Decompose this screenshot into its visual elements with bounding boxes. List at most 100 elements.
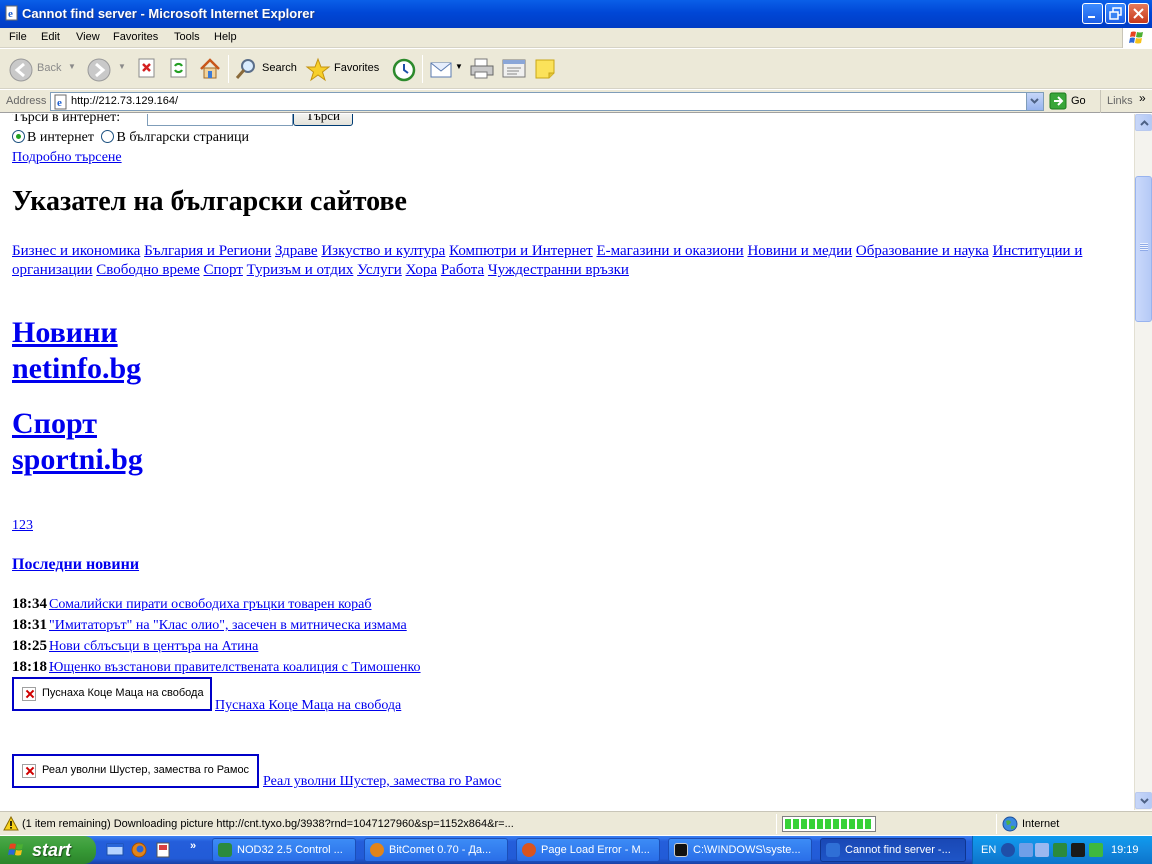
close-icon: [1133, 8, 1144, 19]
sportni-link[interactable]: sportni.bg: [12, 443, 143, 477]
sticky-note-icon: [535, 59, 555, 79]
image-caption-link[interactable]: Реал уволни Шустер, замества го Рамос: [263, 774, 501, 790]
window-titlebar[interactable]: e Cannot find server - Microsoft Interne…: [0, 0, 1152, 28]
ie-page-icon: e: [54, 94, 67, 110]
menu-help[interactable]: Help: [214, 31, 237, 43]
stop-icon: [138, 58, 155, 78]
radio-bulgarian-pages[interactable]: [101, 130, 115, 143]
back-dropdown-icon[interactable]: ▼: [68, 62, 76, 71]
media-icon[interactable]: [154, 842, 172, 858]
category-link[interactable]: Услуги: [357, 262, 402, 278]
sport-heading-link[interactable]: Спорт: [12, 407, 97, 441]
news-title-link[interactable]: Ющенко възстанови правителствената коали…: [49, 660, 421, 675]
latest-news-link[interactable]: Последни новини: [12, 556, 139, 574]
internet-search-button[interactable]: Търси: [293, 114, 353, 126]
close-button[interactable]: [1128, 3, 1149, 24]
category-link[interactable]: Работа: [441, 262, 484, 278]
broken-image-link[interactable]: Пуснаха Коце Маца на свобода: [12, 677, 212, 711]
image-caption-link[interactable]: Пуснаха Коце Маца на свобода: [215, 698, 401, 714]
tray-app-icon[interactable]: [1035, 843, 1049, 857]
system-tray: EN 19:19: [972, 836, 1152, 864]
mail-button[interactable]: ▼: [428, 54, 464, 84]
scroll-thumb[interactable]: [1135, 176, 1152, 322]
favorites-button[interactable]: Favorites: [305, 54, 383, 84]
menu-bar: File Edit View Favorites Tools Help: [0, 28, 1152, 48]
taskbar-task-ie[interactable]: Cannot find server -...: [820, 838, 966, 862]
news-heading-link[interactable]: Новини: [12, 316, 118, 350]
menu-tools[interactable]: Tools: [174, 31, 200, 43]
category-link[interactable]: Чуждестранни връзки: [488, 262, 629, 278]
scroll-up-button[interactable]: [1135, 114, 1152, 131]
category-link[interactable]: Спорт: [204, 262, 243, 278]
nod32-tray-icon[interactable]: [1053, 843, 1067, 857]
broken-image-link[interactable]: Реал уволни Шустер, замества го Рамос: [12, 754, 259, 788]
advanced-search-link[interactable]: Подробно търсене: [12, 150, 122, 166]
links-toolbar[interactable]: Links »: [1100, 90, 1152, 113]
chevron-right-icon[interactable]: »: [1139, 91, 1146, 105]
category-link[interactable]: България и Региони: [144, 243, 271, 259]
address-dropdown-button[interactable]: [1026, 93, 1043, 110]
taskbar-task-nod32[interactable]: NOD32 2.5 Control ...: [212, 838, 356, 862]
category-link[interactable]: Изкуство и култура: [321, 243, 445, 259]
menu-file[interactable]: File: [9, 31, 27, 43]
scroll-down-button[interactable]: [1135, 792, 1152, 809]
taskbar-task-firefox[interactable]: Page Load Error - M...: [516, 838, 660, 862]
category-link[interactable]: Туризъм и отдих: [247, 262, 354, 278]
stop-button[interactable]: [134, 54, 160, 84]
status-separator: [996, 814, 997, 834]
news-title-link[interactable]: Сомалийски пирати освободиха гръцки това…: [49, 597, 372, 612]
category-link[interactable]: Новини и медии: [747, 243, 852, 259]
tray-app-icon[interactable]: [1071, 843, 1085, 857]
show-desktop-icon[interactable]: [106, 842, 124, 858]
toolbar-separator: [422, 55, 423, 83]
go-button[interactable]: Go: [1048, 92, 1096, 111]
refresh-button[interactable]: [166, 54, 192, 84]
print-button[interactable]: [468, 54, 496, 84]
forward-button[interactable]: ▼: [86, 54, 128, 84]
go-arrow-icon: [1049, 92, 1067, 110]
back-button[interactable]: Back ▼: [6, 54, 86, 84]
menu-favorites[interactable]: Favorites: [113, 31, 158, 43]
taskbar-task-cmd[interactable]: C:\WINDOWS\syste...: [668, 838, 812, 862]
history-button[interactable]: [390, 54, 418, 84]
security-zone[interactable]: Internet: [1002, 816, 1059, 835]
menu-view[interactable]: View: [76, 31, 100, 43]
tray-expand-icon[interactable]: [1001, 843, 1015, 857]
category-link[interactable]: Е-магазини и оказиони: [596, 243, 743, 259]
start-button[interactable]: start: [0, 836, 96, 864]
category-link[interactable]: Здраве: [275, 243, 318, 259]
vertical-scrollbar[interactable]: [1134, 114, 1152, 810]
edit-button[interactable]: [500, 54, 528, 84]
menu-edit[interactable]: Edit: [41, 31, 60, 43]
language-indicator[interactable]: EN: [981, 844, 996, 856]
category-link[interactable]: Хора: [406, 262, 438, 278]
utorrent-tray-icon[interactable]: [1089, 843, 1103, 857]
taskbar-task-bitcomet[interactable]: BitComet 0.70 - Да...: [364, 838, 508, 862]
status-text: (1 item remaining) Downloading picture h…: [22, 818, 514, 830]
radio-internet[interactable]: [12, 130, 25, 143]
quicklaunch-expand-icon[interactable]: »: [190, 840, 196, 852]
internet-search-input[interactable]: [147, 114, 293, 126]
news-item: 18:25 Нови сблъсъци в центъра на Атина: [12, 638, 258, 655]
status-bar: (1 item remaining) Downloading picture h…: [0, 811, 1152, 835]
mail-dropdown-icon[interactable]: ▼: [455, 62, 463, 71]
category-link[interactable]: Свободно време: [96, 262, 199, 278]
forward-dropdown-icon[interactable]: ▼: [118, 62, 126, 71]
counter-link[interactable]: 123: [12, 518, 33, 534]
news-title-link[interactable]: Нови сблъсъци в центъра на Атина: [49, 639, 258, 654]
address-input[interactable]: e http://212.73.129.164/: [50, 92, 1044, 111]
network-icon[interactable]: [1019, 843, 1033, 857]
home-button[interactable]: [197, 54, 225, 84]
search-button[interactable]: Search: [233, 54, 299, 84]
home-icon: [200, 58, 220, 79]
firefox-icon[interactable]: [130, 842, 148, 858]
address-bar: Address e http://212.73.129.164/ Go Link…: [0, 90, 1152, 113]
news-title-link[interactable]: "Имитаторът" на "Клас олио", засечен в м…: [49, 618, 407, 633]
messenger-notes-button[interactable]: [532, 54, 560, 84]
category-link[interactable]: Образование и наука: [856, 243, 989, 259]
category-link[interactable]: Компютри и Интернет: [449, 243, 593, 259]
netinfo-link[interactable]: netinfo.bg: [12, 352, 141, 386]
minimize-button[interactable]: [1082, 3, 1103, 24]
category-link[interactable]: Бизнес и икономика: [12, 243, 140, 259]
restore-button[interactable]: [1105, 3, 1126, 24]
